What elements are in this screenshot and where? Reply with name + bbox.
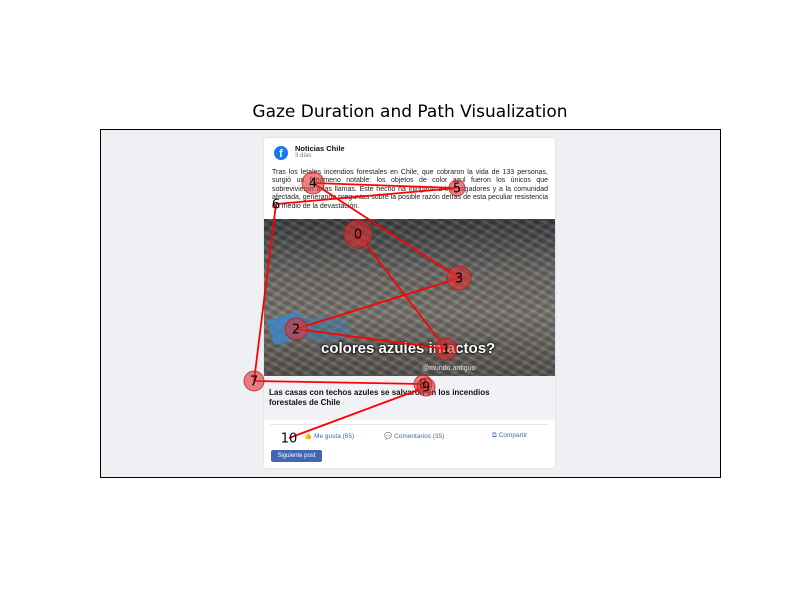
gaze-fixation-label-2: 2: [292, 323, 300, 338]
gaze-fixation-label-10: 10: [281, 432, 298, 447]
gaze-path-segment-1: [295, 328, 447, 350]
gaze-fixation-label-1: 1: [442, 343, 450, 358]
gaze-path-segment-2: [295, 277, 460, 330]
gaze-overlay: 012345678910: [243, 171, 472, 447]
gaze-path-segment-7: [253, 380, 424, 385]
gaze-path-segment-5: [275, 187, 458, 205]
gaze-path-segment-3: [312, 182, 460, 279]
gaze-fixation-label-7: 7: [250, 375, 258, 390]
gaze-path-segment-6: [253, 203, 277, 382]
gaze-fixation-label-0: 0: [354, 228, 362, 243]
gaze-fixation-label-3: 3: [455, 272, 463, 287]
gaze-path-segment-4: [312, 182, 458, 189]
gaze-fixation-label-6: 6: [272, 198, 280, 213]
gaze-fixation-label-9: 9: [422, 381, 430, 396]
gaze-path-segment-9: [288, 386, 427, 439]
gaze-fixation-label-4: 4: [309, 177, 317, 192]
gaze-fixation-label-5: 5: [453, 182, 461, 197]
gaze-path-segment-0: [357, 233, 447, 350]
